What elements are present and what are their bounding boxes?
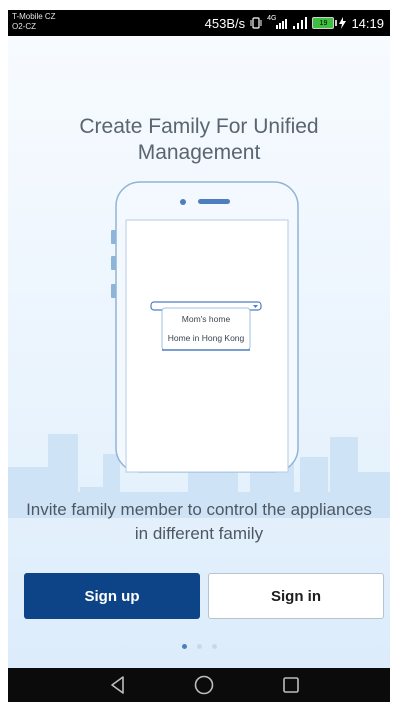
page-dot <box>211 644 217 649</box>
sign-in-button[interactable]: Sign in <box>208 573 384 619</box>
family-option: Mom's home <box>182 314 231 324</box>
page-dot <box>181 644 187 649</box>
onboarding-subtitle: Invite family member to control the appl… <box>26 500 372 543</box>
family-illustration: Mom's home Home in Hong Kong <box>8 181 390 518</box>
signal-4g-icon: 4G <box>267 14 288 29</box>
sign-up-button[interactable]: Sign up <box>24 573 200 619</box>
recent-apps-icon[interactable] <box>279 674 303 696</box>
clock: 14:19 <box>351 15 384 31</box>
carrier-secondary: O2-CZ <box>12 22 36 31</box>
family-dropdown-graphic: Mom's home Home in Hong Kong <box>150 301 262 351</box>
vibrate-icon <box>250 17 262 29</box>
onboarding-title: Create Family For Unified Management <box>79 115 319 164</box>
carrier-primary: T-Mobile CZ <box>12 12 56 21</box>
page-dot <box>196 644 202 649</box>
carrier-info: T-Mobile CZ O2-CZ <box>12 12 56 32</box>
back-icon[interactable] <box>106 674 130 696</box>
system-navigation-bar <box>8 668 390 702</box>
charging-icon <box>339 17 347 29</box>
home-icon[interactable] <box>192 674 216 696</box>
network-speed: 453B/s <box>204 15 246 31</box>
onboarding-content: Create Family For Unified Management Mom… <box>8 36 390 668</box>
battery-level: 19 <box>319 19 328 27</box>
status-bar: T-Mobile CZ O2-CZ 453B/s 4G 19 14:19 <box>8 10 390 36</box>
signal-icon <box>293 17 308 29</box>
app-screen: T-Mobile CZ O2-CZ 453B/s 4G 19 14:19 Cre… <box>8 10 390 702</box>
network-type-label: 4G <box>267 14 277 22</box>
page-indicator <box>8 644 390 649</box>
battery-icon: 19 <box>312 17 338 29</box>
family-option: Home in Hong Kong <box>168 333 245 343</box>
status-icons: 453B/s 4G 19 14:19 <box>205 15 384 31</box>
